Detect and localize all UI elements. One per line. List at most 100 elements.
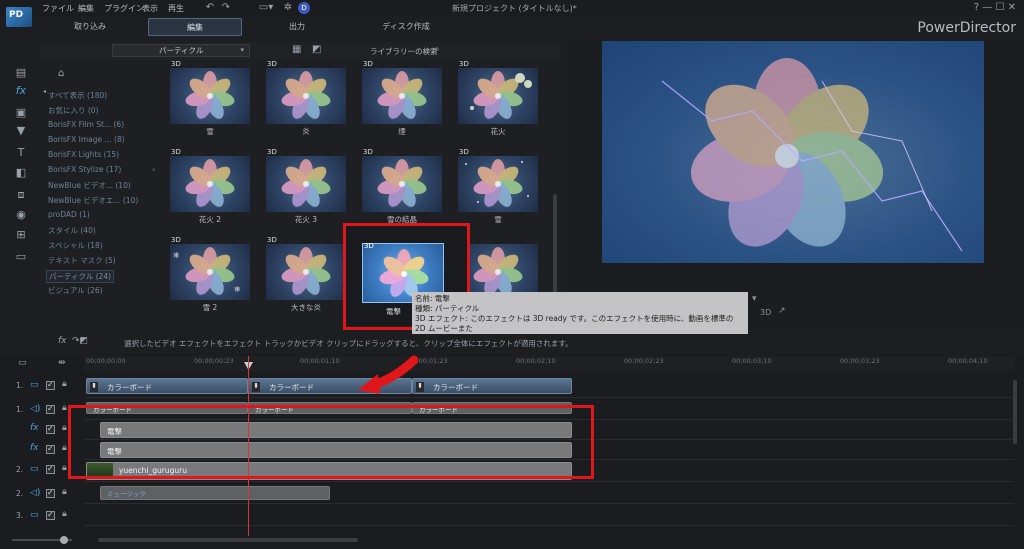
thumbnail-size-icon[interactable]: ◩ bbox=[312, 44, 321, 55]
lock-icon[interactable]: 🔒︎ bbox=[62, 487, 67, 497]
subtitle-room-icon[interactable]: ▭ bbox=[14, 250, 28, 264]
category-item[interactable]: BorisFX Film St... (6) bbox=[48, 120, 124, 129]
modify-effect-icon[interactable]: ↷◩ bbox=[72, 336, 88, 346]
timeline-vertical-scrollbar[interactable] bbox=[1012, 380, 1018, 530]
category-item[interactable]: BorisFX Stylize (17) bbox=[48, 165, 121, 174]
effect-name: 花火 3 bbox=[294, 215, 318, 224]
grid-view-icon[interactable]: ▦ bbox=[292, 44, 301, 55]
window-controls[interactable]: ? — ☐ ✕ bbox=[974, 2, 1016, 13]
mode-tabs: 取り込み 編集 出力 ディスク作成 bbox=[40, 18, 560, 36]
library-scrollbar[interactable] bbox=[552, 60, 558, 330]
particle-room-icon[interactable]: ▼ bbox=[14, 124, 28, 138]
account-icon[interactable]: D bbox=[298, 2, 310, 14]
lock-icon[interactable]: 🔒︎ bbox=[62, 443, 67, 453]
effect-thumb[interactable]: ❄ ❄ 3D 雪 2 bbox=[170, 236, 250, 312]
track-video-3 bbox=[84, 506, 1014, 526]
category-item[interactable]: NewBlue ビデオ... (10) bbox=[48, 180, 131, 191]
fit-timeline-icon[interactable]: ⇹ bbox=[58, 358, 66, 368]
library-search-label[interactable]: ライブラリーの検索 bbox=[370, 46, 438, 57]
undo-icon[interactable]: ↶ bbox=[204, 2, 216, 14]
expand-icon[interactable]: ◂ bbox=[43, 88, 46, 95]
category-item[interactable]: BorisFX Image ... (8) bbox=[48, 135, 125, 144]
effect-thumb[interactable]: 3D 煙 bbox=[362, 60, 442, 136]
fx-icon[interactable]: fx bbox=[58, 336, 67, 346]
lock-icon[interactable]: 🔒︎ bbox=[62, 379, 67, 389]
track-enable-checkbox[interactable] bbox=[46, 464, 55, 474]
effect-name: 炎 bbox=[302, 127, 310, 136]
effect-thumb[interactable]: 3D 雪 bbox=[170, 60, 250, 136]
menu-plugin[interactable]: プラグイン bbox=[104, 3, 144, 14]
highlight-box-timeline bbox=[68, 405, 594, 479]
track-enable-checkbox[interactable] bbox=[46, 444, 55, 454]
fx-track-icon: fx bbox=[30, 443, 39, 453]
svg-text:❄: ❄ bbox=[234, 285, 241, 294]
category-item[interactable]: スペシャル (18) bbox=[48, 240, 103, 251]
app-logo: PD bbox=[6, 7, 32, 27]
redo-icon[interactable]: ↷ bbox=[220, 2, 232, 14]
pip-room-icon[interactable]: ▣ bbox=[14, 106, 28, 120]
tab-capture[interactable]: 取り込み bbox=[40, 18, 140, 36]
effect-thumb[interactable]: 3D 花火 2 bbox=[170, 148, 250, 224]
timeline-footer bbox=[0, 534, 1024, 546]
category-item[interactable]: すべて表示 (180) bbox=[48, 90, 107, 101]
category-item[interactable]: スタイル (40) bbox=[48, 225, 96, 236]
category-item[interactable]: proDAD (1) bbox=[48, 210, 90, 219]
effect-thumb[interactable]: 3D 大きな炎 bbox=[266, 236, 346, 312]
effect-room-icon[interactable]: fx bbox=[14, 84, 28, 98]
tab-disc[interactable]: ディスク作成 bbox=[352, 18, 460, 36]
lock-icon[interactable]: 🔒︎ bbox=[62, 509, 67, 519]
timeline-clip[interactable]: ミュージック bbox=[100, 486, 330, 500]
effect-thumb[interactable]: 3D 花火 3 bbox=[266, 148, 346, 224]
timeline-ruler[interactable]: 00;00;00;00 00;00;00;23 00;00;01;10 00;0… bbox=[84, 356, 1014, 372]
tag-icon[interactable]: ⌂ bbox=[58, 68, 64, 79]
track-enable-checkbox[interactable] bbox=[46, 488, 55, 498]
track-enable-checkbox[interactable] bbox=[46, 404, 55, 414]
lock-icon[interactable]: 🔒︎ bbox=[62, 423, 67, 433]
category-dropdown[interactable]: パーティクル ▾ bbox=[112, 44, 250, 57]
settings-icon[interactable]: ✲ bbox=[282, 2, 294, 14]
track-enable-checkbox[interactable] bbox=[46, 510, 55, 520]
effect-thumb[interactable]: 3D 炎 bbox=[266, 60, 346, 136]
media-room-icon[interactable]: ▤ bbox=[14, 66, 28, 80]
zoom-slider-knob[interactable] bbox=[60, 536, 68, 544]
category-item[interactable]: お気に入り (0) bbox=[48, 105, 99, 116]
lock-icon[interactable]: 🔒︎ bbox=[62, 463, 67, 473]
category-item[interactable]: BorisFX Lights (15) bbox=[48, 150, 119, 159]
track-enable-checkbox[interactable] bbox=[46, 424, 55, 434]
menu-file[interactable]: ファイル bbox=[42, 3, 74, 14]
track-enable-checkbox[interactable] bbox=[46, 380, 55, 390]
category-item[interactable]: テキスト マスク (5) bbox=[48, 255, 116, 266]
transition-room-icon[interactable]: ◧ bbox=[14, 166, 28, 180]
category-item[interactable]: ビジュアル (26) bbox=[48, 285, 103, 296]
effect-name: 雪 bbox=[206, 127, 214, 136]
title-room-icon[interactable]: T bbox=[14, 146, 28, 160]
resolution-icon[interactable]: ▭▾ bbox=[256, 2, 276, 14]
timeline-clip[interactable]: ▮ カラーボード bbox=[86, 378, 248, 394]
preview-dropdown[interactable]: ▾ bbox=[752, 294, 757, 304]
audio-track-icon: ◁) bbox=[30, 404, 41, 414]
chapter-room-icon[interactable]: ⊞ bbox=[14, 228, 28, 242]
collapse-panel-icon[interactable]: ‹ bbox=[152, 165, 160, 179]
menu-edit[interactable]: 編集 bbox=[78, 3, 94, 14]
tab-edit[interactable]: 編集 bbox=[148, 18, 242, 36]
lock-icon[interactable]: 🔒︎ bbox=[62, 403, 67, 413]
effect-thumb[interactable]: 3D 雪 bbox=[458, 148, 538, 224]
search-icon[interactable]: ⌕ bbox=[434, 44, 440, 55]
effect-thumb[interactable]: 3D 花火 bbox=[458, 60, 538, 136]
category-item[interactable]: NewBlue ビデオエ... (10) bbox=[48, 195, 138, 206]
timeline-clip[interactable]: ▮ カラーボード bbox=[412, 378, 572, 394]
tab-produce[interactable]: 出力 bbox=[250, 18, 344, 36]
audio-mix-icon[interactable]: ⧈ bbox=[14, 188, 28, 202]
external-window-icon[interactable]: ↗ bbox=[778, 306, 786, 316]
voice-record-icon[interactable]: ◉ bbox=[14, 208, 28, 222]
effect-thumb[interactable]: 3D 雪の結晶 bbox=[362, 148, 442, 224]
preview-screen[interactable] bbox=[602, 41, 984, 263]
svg-text:❄: ❄ bbox=[173, 251, 180, 260]
timeline-horizontal-scrollbar[interactable] bbox=[98, 538, 358, 542]
menu-play[interactable]: 再生 bbox=[168, 3, 184, 14]
3d-mode-label[interactable]: 3D bbox=[760, 308, 771, 317]
menu-view[interactable]: 表示 bbox=[142, 3, 158, 14]
menu-bar: PD ファイル 編集 プラグイン 表示 再生 ↶ ↷ ▭▾ ✲ D 新規プロジェ… bbox=[0, 0, 1024, 27]
category-item-particle[interactable]: パーティクル (24) bbox=[46, 270, 115, 283]
track-manager-icon[interactable]: ▭ bbox=[18, 358, 27, 368]
